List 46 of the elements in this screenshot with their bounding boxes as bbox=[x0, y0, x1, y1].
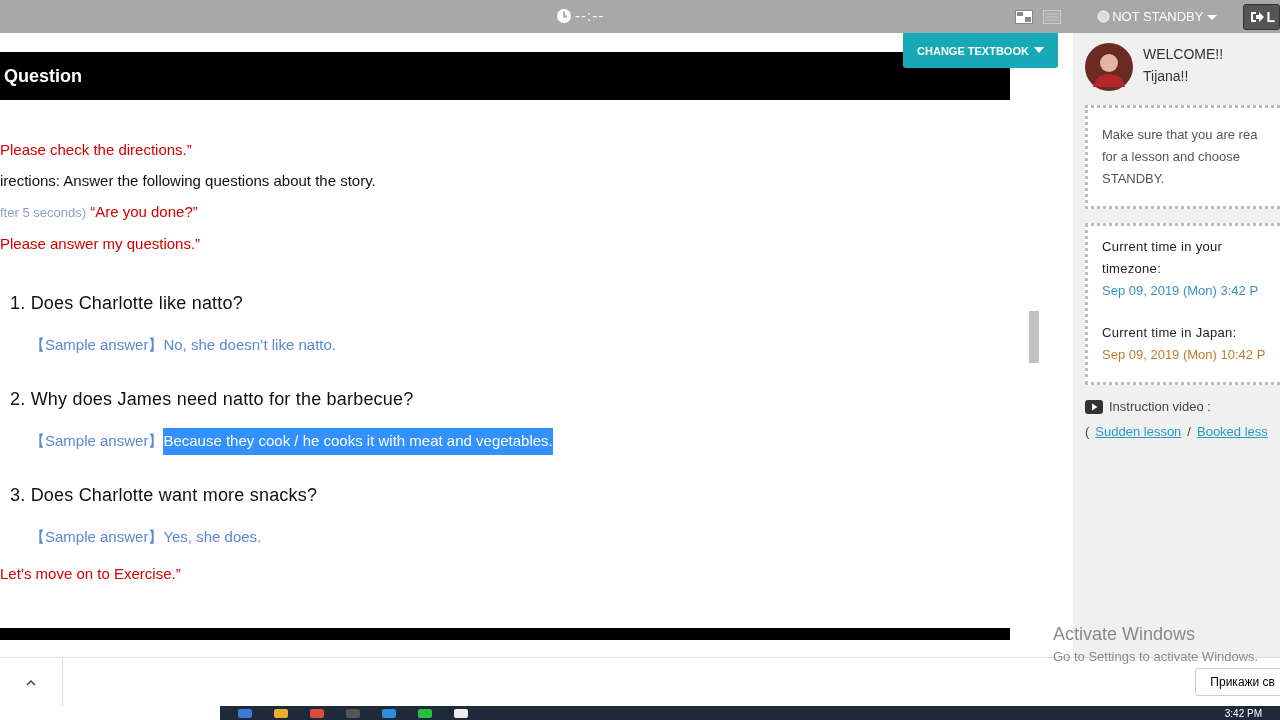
welcome-text: WELCOME!! bbox=[1143, 46, 1224, 62]
avatar-icon bbox=[1085, 43, 1133, 91]
sample-answer: Because they cook / he cooks it with meat and vegetables. bbox=[163, 428, 553, 455]
answer-label: 【Sample answer】 bbox=[30, 431, 164, 451]
scrollbar-thumb[interactable] bbox=[1029, 311, 1039, 363]
logout-button[interactable]: L bbox=[1243, 3, 1280, 30]
chevron-up-icon bbox=[26, 678, 36, 686]
sample-answer: Yes, she does. bbox=[163, 527, 262, 547]
separator-text: / bbox=[1187, 424, 1191, 439]
time-label: Current time in Japan: bbox=[1102, 324, 1238, 342]
show-all-button[interactable]: Прикажи св bbox=[1195, 668, 1280, 696]
clock-icon bbox=[556, 7, 572, 24]
activation-title: Activate Windows bbox=[1053, 624, 1197, 645]
status-dropdown[interactable]: NOT STANDBY bbox=[1097, 9, 1220, 24]
time-label: Current time in your timezone: bbox=[1102, 238, 1224, 278]
activation-text: Go to Settings to activate Windows. bbox=[1053, 649, 1259, 664]
answer-label: 【Sample answer】 bbox=[30, 527, 164, 547]
status-dot-icon bbox=[1097, 10, 1111, 23]
caret-icon bbox=[1033, 47, 1044, 54]
sample-answer: No, she doesn’t like natto. bbox=[163, 335, 336, 355]
notice-text: for a lesson and choose bbox=[1102, 148, 1242, 166]
video-icon bbox=[1085, 399, 1103, 414]
video-link[interactable]: Booked less bbox=[1197, 424, 1268, 439]
question-text: 2. Why does James need natto for the barbecue? bbox=[10, 389, 414, 409]
question-text: 1. Does Charlotte like natto? bbox=[10, 293, 243, 313]
timer-text: --:-- bbox=[575, 7, 605, 24]
notice-text: STANDBY. bbox=[1102, 170, 1166, 188]
teacher-line: Please check the directions.” bbox=[0, 141, 192, 158]
paren-text: ( bbox=[1085, 424, 1090, 439]
question-text: 3. Does Charlotte want more snacks? bbox=[10, 485, 318, 505]
teacher-line: Please answer my questions.” bbox=[0, 235, 201, 252]
answer-label: 【Sample answer】 bbox=[30, 335, 164, 355]
split-view-icon[interactable] bbox=[1015, 9, 1034, 24]
video-link[interactable]: Sudden lesson bbox=[1095, 424, 1182, 439]
teacher-line: “Are you done?” bbox=[90, 203, 198, 220]
list-view-icon[interactable] bbox=[1043, 9, 1062, 24]
cue-note: fter 5 seconds) bbox=[0, 205, 86, 220]
logout-icon bbox=[1250, 9, 1265, 24]
local-time: Sep 09, 2019 (Mon) 3:42 P bbox=[1102, 282, 1260, 300]
video-label: Instruction video : bbox=[1109, 399, 1211, 414]
user-name: Tijana!! bbox=[1143, 68, 1190, 84]
japan-time: Sep 09, 2019 (Mon) 10:42 P bbox=[1102, 346, 1267, 364]
notice-text: Make sure that you are rea bbox=[1102, 126, 1259, 144]
taskbar-clock: 3:42 PM bbox=[1224, 708, 1263, 719]
directions-text: irections: Answer the following questions about the story. bbox=[0, 172, 376, 189]
teacher-line: Let’s move on to Exercise.” bbox=[0, 565, 181, 582]
